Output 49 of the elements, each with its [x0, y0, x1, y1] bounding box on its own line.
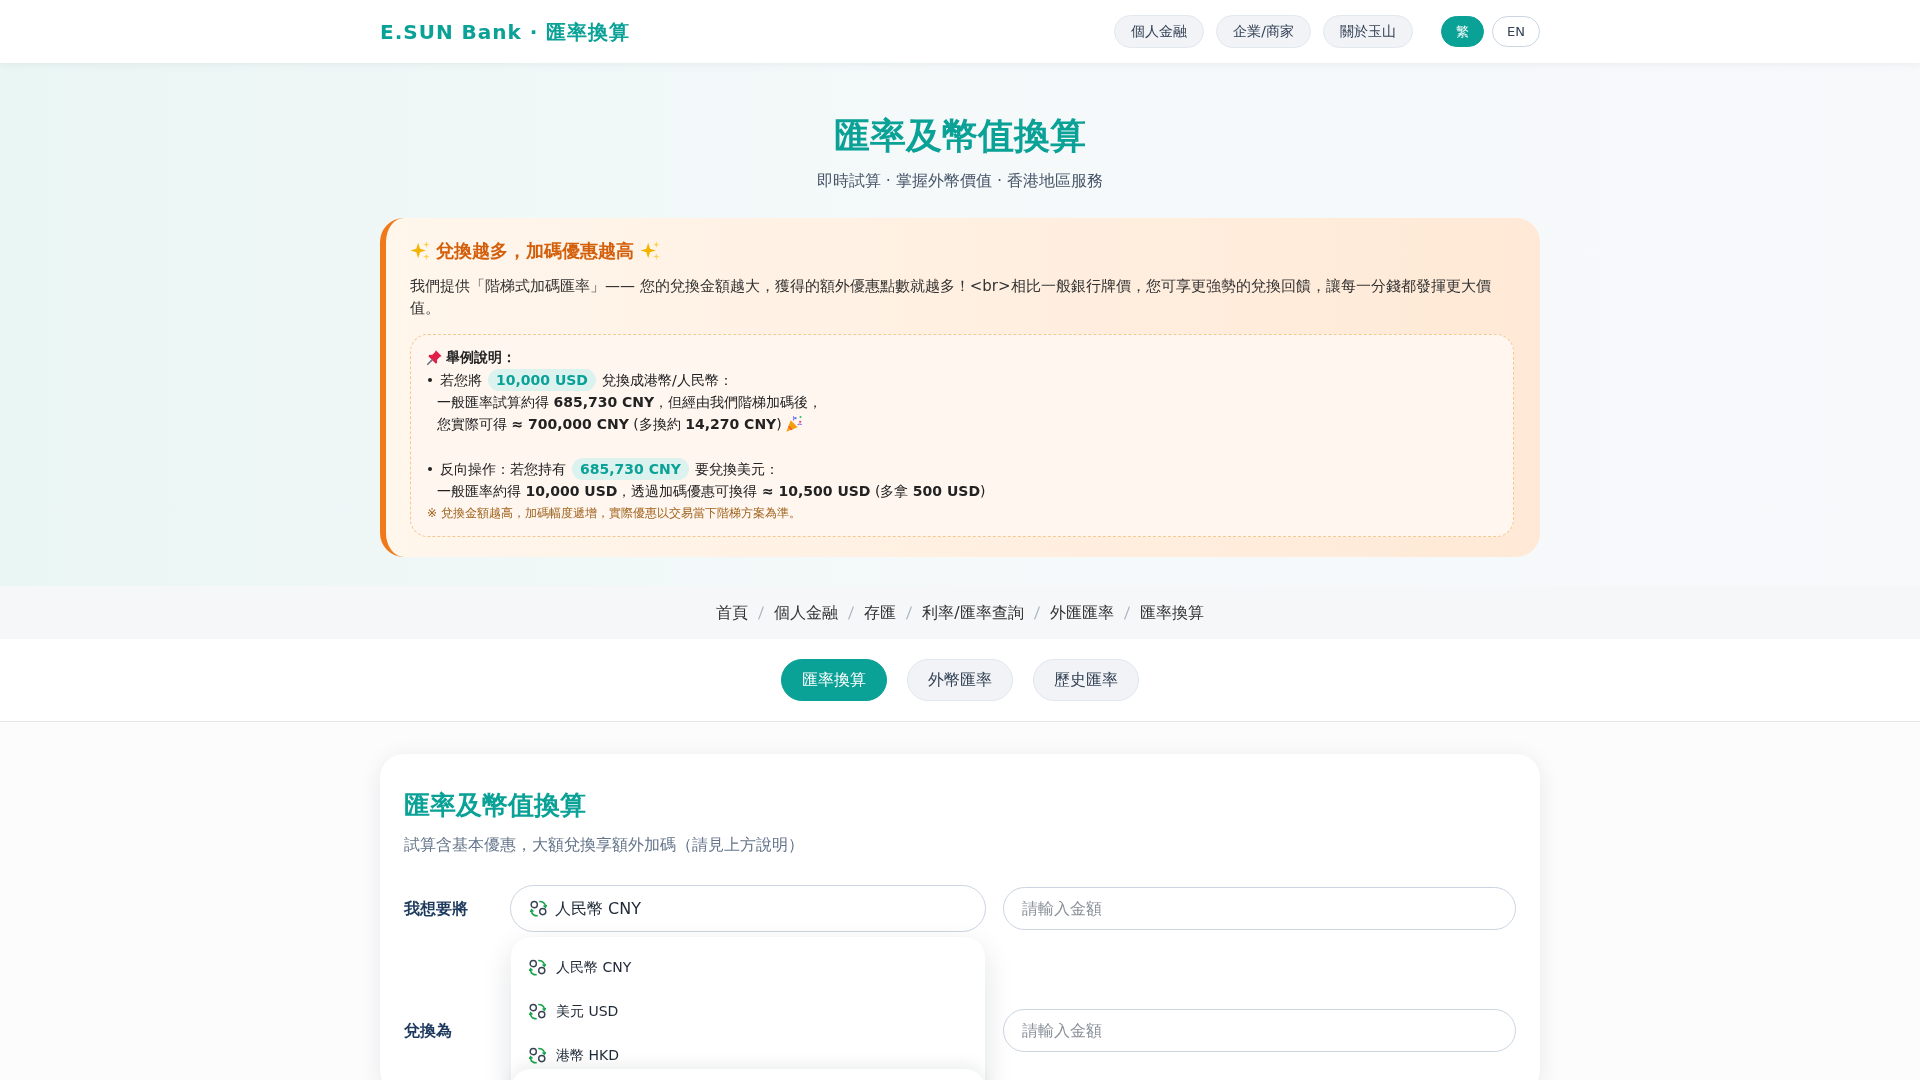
- breadcrumb-link[interactable]: 存匯: [864, 600, 897, 625]
- promo-title: 兌換越多，加碼優惠越高: [436, 239, 634, 263]
- amount-input[interactable]: 請輸入金額: [1003, 1009, 1516, 1052]
- converter-title: 匯率及幣值換算: [404, 789, 587, 822]
- exchange-arrows-icon: [530, 900, 547, 917]
- slash-icon: [758, 605, 765, 620]
- currency-option[interactable]: 人民幣 CNY: [529, 956, 632, 978]
- pushpin-icon: [427, 349, 442, 365]
- page-title: 匯率及幣值換算: [833, 114, 1087, 158]
- tab[interactable]: 歷史匯率: [1033, 659, 1139, 701]
- exchange-arrows-icon: [529, 1002, 546, 1020]
- exchange-arrows-icon: [529, 1046, 546, 1064]
- disclaimer-note: ※ 兌換金額越高，加碼幅度遞增，實際優惠以交易當下階梯方案為準。: [427, 505, 802, 522]
- example-heading: 舉例說明：: [446, 348, 516, 367]
- amount-tag: 10,000 USD: [488, 368, 596, 391]
- slash-icon: [1123, 605, 1130, 620]
- amount-input[interactable]: 請輸入金額: [1003, 887, 1516, 930]
- slash-icon: [848, 605, 855, 620]
- amount-tag: 685,730 CNY: [572, 457, 689, 480]
- nav-button[interactable]: 企業/商家: [1216, 15, 1312, 48]
- example-text: 反向操作：若您持有: [440, 459, 566, 479]
- slash-icon: [906, 605, 913, 620]
- sparkle-icon: [410, 241, 430, 261]
- example-text: 兌換成港幣/人民幣：: [602, 370, 733, 390]
- promo-description: 我們提供「階梯式加碼匯率」—— 您的兌換金額越大，獲得的額外優惠點數就越多！<br>相比一般銀行牌價，您可享更強勢的兌換回饋，讓每一分錢都發揮更大價值。: [410, 276, 1492, 319]
- example-text: 您實際可得 ≈ 700,000 CNY (多換約 14,270 CNY): [437, 415, 782, 434]
- sparkle-icon: [640, 241, 660, 261]
- breadcrumb-link[interactable]: 利率/匯率查詢: [922, 600, 1024, 625]
- currency-select[interactable]: 人民幣 CNY: [510, 885, 986, 932]
- example-text: 一般匯率試算約得 685,730 CNY，但經由我們階梯加碼後，: [437, 393, 823, 412]
- converter-subtitle: 試算含基本優惠，大額兌換享額外加碼（請見上方說明）: [404, 834, 805, 856]
- breadcrumb-link[interactable]: 匯率換算: [1139, 600, 1204, 625]
- tab[interactable]: 外幣匯率: [907, 659, 1013, 701]
- example-text: 要兌換美元：: [694, 459, 779, 479]
- example-text: 一般匯率約得 10,000 USD，透過加碼優惠可換得 ≈ 10,500 USD (多拿 500 USD): [437, 482, 986, 501]
- slash-icon: [1033, 605, 1040, 620]
- breadcrumb-link[interactable]: 首頁: [716, 600, 749, 625]
- breadcrumb-link[interactable]: 個人金融: [774, 600, 839, 625]
- nav-button[interactable]: 關於玉山: [1323, 15, 1414, 48]
- exchange-arrows-icon: [529, 958, 546, 976]
- field-label: 我想要將: [404, 897, 469, 920]
- page-subtitle: 即時試算 · 掌握外幣價值 · 香港地區服務: [815, 170, 1105, 192]
- field-label: 兌換為: [404, 1019, 453, 1042]
- currency-option[interactable]: 港幣 HKD: [529, 1044, 619, 1066]
- language-button[interactable]: EN: [1492, 16, 1540, 47]
- nav-button[interactable]: 個人金融: [1114, 15, 1205, 48]
- breadcrumb-link[interactable]: 外匯匯率: [1049, 600, 1114, 625]
- example-text: 若您將: [440, 370, 482, 390]
- currency-option[interactable]: 美元 USD: [529, 1000, 619, 1022]
